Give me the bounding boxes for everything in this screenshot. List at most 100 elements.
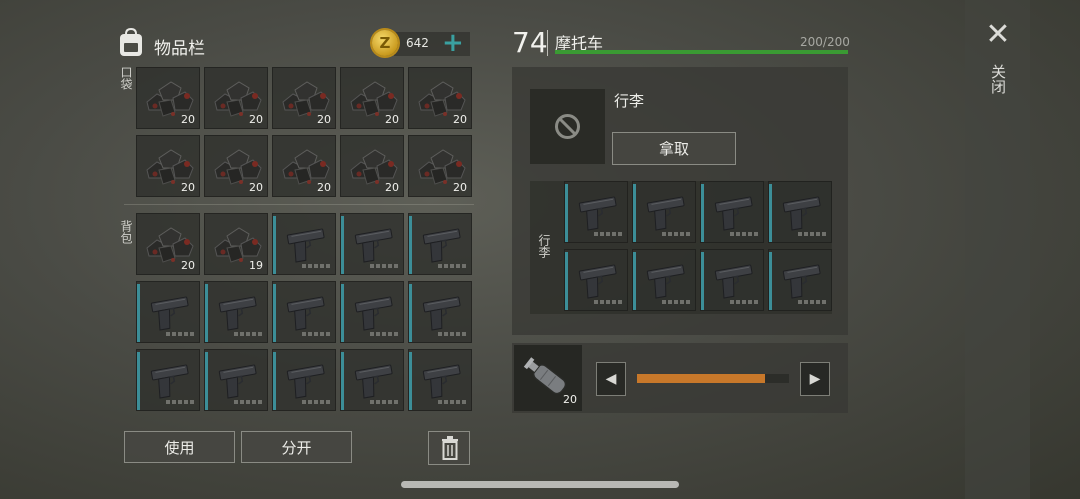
durability-bar [273, 216, 276, 274]
pistol-icon [286, 364, 325, 399]
item-slot[interactable]: 19 [204, 213, 268, 275]
item-count: 20 [181, 259, 195, 272]
item-count: 20 [317, 181, 331, 194]
item-slot[interactable] [700, 249, 764, 311]
item-slot[interactable]: 20 [408, 135, 472, 197]
trash-icon [442, 436, 458, 460]
durability-bar [137, 284, 140, 342]
item-count: 20 [453, 113, 467, 126]
item-slot[interactable] [340, 281, 404, 343]
item-count: 19 [249, 259, 263, 272]
pistol-icon [218, 364, 257, 399]
pistol-icon [286, 228, 325, 263]
vehicle-hp: 200/200 [800, 35, 850, 49]
pistol-icon [286, 296, 325, 331]
item-slot[interactable] [700, 181, 764, 243]
item-slot[interactable]: 20 [408, 67, 472, 129]
rating-dots [234, 332, 262, 336]
pistol-icon [354, 228, 393, 263]
item-slot[interactable] [340, 213, 404, 275]
item-slot[interactable]: 20 [340, 135, 404, 197]
item-slot[interactable] [408, 213, 472, 275]
pistol-icon [422, 364, 461, 399]
durability-bar [409, 352, 412, 410]
item-slot[interactable] [408, 281, 472, 343]
item-slot[interactable] [768, 249, 832, 311]
fuel-decrease-button[interactable]: ◀ [596, 362, 626, 396]
item-count: 20 [181, 181, 195, 194]
item-slot[interactable]: 20 [136, 135, 200, 197]
rating-dots [370, 332, 398, 336]
fuel-count: 20 [563, 393, 577, 406]
vehicle-hp-bar [555, 50, 848, 54]
home-indicator[interactable] [401, 481, 679, 488]
item-slot[interactable] [564, 181, 628, 243]
close-label[interactable]: 关闭 [988, 64, 1009, 94]
arrow-right-icon: ▶ [809, 371, 821, 387]
item-slot[interactable] [340, 349, 404, 411]
item-slot[interactable]: 20 [204, 135, 268, 197]
discard-button[interactable] [428, 431, 470, 465]
item-count: 20 [317, 113, 331, 126]
rating-dots [662, 232, 690, 236]
durability-bar [341, 352, 344, 410]
arrow-left-icon: ◀ [605, 371, 617, 387]
item-slot[interactable]: 20 [204, 67, 268, 129]
durability-bar [409, 284, 412, 342]
pistol-icon [354, 364, 393, 399]
durability-bar [565, 252, 568, 310]
fuel-increase-button[interactable]: ▶ [800, 362, 830, 396]
fuel-slider-fill [637, 374, 765, 383]
item-slot[interactable]: 20 [340, 67, 404, 129]
rating-dots [594, 300, 622, 304]
add-money-button[interactable]: + [442, 28, 464, 58]
rating-dots [438, 400, 466, 404]
item-slot[interactable] [564, 249, 628, 311]
rating-dots [798, 232, 826, 236]
durability-bar [341, 284, 344, 342]
item-slot[interactable] [632, 181, 696, 243]
item-slot[interactable] [272, 349, 336, 411]
item-slot[interactable]: 20 [136, 213, 200, 275]
header-divider [547, 30, 548, 56]
item-slot[interactable] [204, 349, 268, 411]
split-button[interactable]: 分开 [241, 431, 352, 463]
durability-bar [701, 184, 704, 242]
pistol-icon [150, 296, 189, 331]
coin-icon: Z [372, 30, 398, 56]
durability-bar [769, 184, 772, 242]
item-slot[interactable] [632, 249, 696, 311]
durability-bar [565, 184, 568, 242]
rating-dots [166, 332, 194, 336]
item-slot[interactable] [272, 213, 336, 275]
take-button[interactable]: 拿取 [612, 132, 736, 165]
item-slot[interactable] [136, 281, 200, 343]
rating-dots [370, 400, 398, 404]
rating-dots [730, 232, 758, 236]
item-count: 20 [249, 181, 263, 194]
item-count: 20 [181, 113, 195, 126]
item-slot[interactable] [768, 181, 832, 243]
close-icon[interactable]: ✕ [984, 20, 1012, 50]
rating-dots [302, 332, 330, 336]
pistol-icon [646, 196, 685, 231]
pistol-icon [578, 196, 617, 231]
rating-dots [370, 264, 398, 268]
backpack-icon [120, 28, 142, 56]
item-slot[interactable] [408, 349, 472, 411]
pistol-icon [578, 264, 617, 299]
item-slot[interactable] [136, 349, 200, 411]
item-slot[interactable]: 20 [272, 67, 336, 129]
item-count: 20 [249, 113, 263, 126]
item-slot[interactable]: 20 [136, 67, 200, 129]
item-slot[interactable] [204, 281, 268, 343]
item-slot[interactable]: 20 [272, 135, 336, 197]
pistol-icon [714, 196, 753, 231]
durability-bar [769, 252, 772, 310]
use-button[interactable]: 使用 [124, 431, 235, 463]
pistol-icon [422, 296, 461, 331]
unavailable-icon [555, 114, 580, 139]
backpack-label: 背包 [119, 220, 133, 244]
item-slot[interactable] [272, 281, 336, 343]
durability-bar [273, 352, 276, 410]
